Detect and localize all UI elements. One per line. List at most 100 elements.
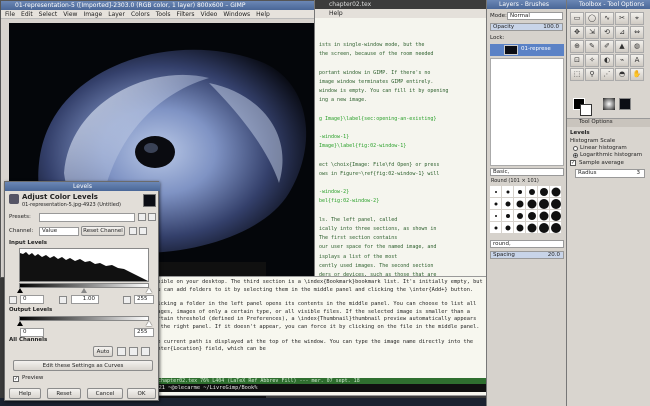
color-picker-icon[interactable]: ◓ <box>615 68 629 81</box>
brush-swatch[interactable] <box>526 198 537 209</box>
auto-button[interactable]: Auto <box>93 346 113 357</box>
presets-menu-button[interactable] <box>148 213 156 221</box>
perspective-icon[interactable]: ⬚ <box>570 68 584 81</box>
gimp-menu-item[interactable]: Select <box>39 10 58 18</box>
input-white-handle[interactable] <box>146 288 152 293</box>
input-high-spin[interactable]: 255 <box>134 295 154 304</box>
linear-histogram-button[interactable] <box>129 227 137 235</box>
gray-point-picker-icon[interactable] <box>59 296 67 304</box>
brush-icon[interactable]: ✐ <box>600 40 614 53</box>
shear-icon[interactable]: ⊿ <box>615 26 629 39</box>
gimp-menu-item[interactable]: Colors <box>131 10 150 18</box>
rect-select-icon[interactable]: ▭ <box>570 12 584 25</box>
gimp-menu-item[interactable]: View <box>63 10 77 18</box>
brush-swatch[interactable] <box>538 222 549 233</box>
editor-text-area[interactable]: ists in single-window mode, but the the s… <box>315 42 487 282</box>
image-indicator[interactable] <box>619 98 631 110</box>
opacity-slider[interactable]: Opacity 100.0 <box>490 23 563 31</box>
move-icon[interactable]: ✥ <box>570 26 584 39</box>
radius-field[interactable]: Radius 3 <box>575 169 645 178</box>
brush-swatch[interactable] <box>490 210 501 221</box>
output-white-handle[interactable] <box>146 321 152 326</box>
brush-swatch[interactable] <box>526 210 537 221</box>
gimp-menu-item[interactable]: Windows <box>223 10 250 18</box>
preview-checkbox[interactable]: ✓ <box>13 376 19 382</box>
gimp-menu-item[interactable]: Filters <box>177 10 195 18</box>
crop-icon[interactable]: ⊡ <box>570 54 584 67</box>
brush-swatch[interactable] <box>514 222 525 233</box>
ellipse-select-icon[interactable]: ◯ <box>585 12 599 25</box>
pencil-icon[interactable]: ✎ <box>585 40 599 53</box>
pick-gray-icon[interactable] <box>129 347 138 356</box>
white-point-picker-icon[interactable] <box>123 296 131 304</box>
brush-swatch[interactable] <box>550 210 561 221</box>
black-point-picker-icon[interactable] <box>9 296 17 304</box>
ok-button[interactable]: OK <box>127 388 156 399</box>
flip-icon[interactable]: ⇔ <box>630 26 644 39</box>
reset-button[interactable]: Reset <box>47 388 81 399</box>
brush-swatch[interactable] <box>514 186 525 197</box>
help-button[interactable]: Help <box>9 388 41 399</box>
brush-swatch[interactable] <box>550 186 561 197</box>
brush-swatch[interactable] <box>490 222 501 233</box>
sample-average-checkbox[interactable]: ✓ <box>570 160 576 166</box>
brush-swatch[interactable] <box>538 210 549 221</box>
tool-grid[interactable]: ▭ ◯ ∿ ✂ ⌖ ✥ ⇲ ⟲ ⊿ ⇔ ⊕ ✎ ✐ ▲ ◍ ⊡ ✧ ◐ ⌁ A ⬚ ⚲ ⋰ ◓ ✋ <box>570 12 644 81</box>
brush-tag-input[interactable]: round, <box>490 240 564 248</box>
smudge-icon[interactable]: ⌁ <box>615 54 629 67</box>
rotate-icon[interactable]: ⟲ <box>600 26 614 39</box>
measure-icon[interactable]: ⋰ <box>600 68 614 81</box>
output-black-handle[interactable] <box>17 321 23 326</box>
gimp-menu-item[interactable]: Video <box>201 10 218 18</box>
pick-white-icon[interactable] <box>141 347 150 356</box>
presets-add-button[interactable] <box>138 213 146 221</box>
brush-swatch[interactable] <box>490 198 501 209</box>
reset-channel-button[interactable]: Reset Channel <box>81 226 125 236</box>
edit-as-curves-button[interactable]: Edit these Settings as Curves <box>13 360 153 371</box>
log-histogram-button[interactable] <box>139 227 147 235</box>
brush-grid[interactable] <box>490 186 561 233</box>
layer-row[interactable]: 01-represe <box>490 44 564 56</box>
output-low-spin[interactable]: 0 <box>20 328 44 337</box>
brush-swatch[interactable] <box>502 198 513 209</box>
channel-select[interactable]: Value <box>39 227 79 236</box>
cancel-button[interactable]: Cancel <box>87 388 123 399</box>
editor-menu-item[interactable]: Help <box>329 9 343 18</box>
brush-swatch[interactable] <box>538 198 549 209</box>
brush-swatch[interactable] <box>514 198 525 209</box>
brush-swatch[interactable] <box>550 222 561 233</box>
text-icon[interactable]: A <box>630 54 644 67</box>
mode-select[interactable]: Normal <box>507 12 563 20</box>
bucket-icon[interactable]: ▲ <box>615 40 629 53</box>
scissors-icon[interactable]: ✂ <box>615 12 629 25</box>
scale-icon[interactable]: ⇲ <box>585 26 599 39</box>
gimp-menu-item[interactable]: Tools <box>156 10 171 18</box>
input-black-handle[interactable] <box>17 288 23 293</box>
dodge-icon[interactable]: ◐ <box>600 54 614 67</box>
brush-filter-input[interactable]: Basic, <box>490 168 564 176</box>
brush-swatch[interactable] <box>502 222 513 233</box>
gimp-menu-item[interactable]: Image <box>83 10 102 18</box>
free-select-icon[interactable]: ∿ <box>600 12 614 25</box>
pick-black-icon[interactable] <box>117 347 126 356</box>
gimp-menu-item[interactable]: Layer <box>108 10 125 18</box>
presets-combo[interactable] <box>39 213 135 222</box>
logarithmic-radio[interactable] <box>573 153 578 158</box>
align-icon[interactable]: ⊕ <box>570 40 584 53</box>
gimp-menu-item[interactable]: Edit <box>21 10 33 18</box>
brush-swatch[interactable] <box>526 186 537 197</box>
gimp-menu-item[interactable]: Help <box>256 10 270 18</box>
fuzzy-select-icon[interactable]: ⌖ <box>630 12 644 25</box>
heal-icon[interactable]: ✧ <box>585 54 599 67</box>
input-gamma-spin[interactable]: 1.00 <box>71 295 99 304</box>
spacing-slider[interactable]: Spacing 20.0 <box>490 251 564 259</box>
brush-swatch[interactable] <box>538 186 549 197</box>
hand-icon[interactable]: ✋ <box>630 68 644 81</box>
brush-swatch[interactable] <box>514 210 525 221</box>
brush-swatch[interactable] <box>502 186 513 197</box>
brush-swatch[interactable] <box>550 198 561 209</box>
terminal-prompt[interactable]: 11:21 ~@olecarme ~/LivreGimp/Book% <box>146 384 490 392</box>
brush-indicator[interactable] <box>603 98 615 110</box>
blend-icon[interactable]: ◍ <box>630 40 644 53</box>
background-color[interactable] <box>580 104 592 116</box>
